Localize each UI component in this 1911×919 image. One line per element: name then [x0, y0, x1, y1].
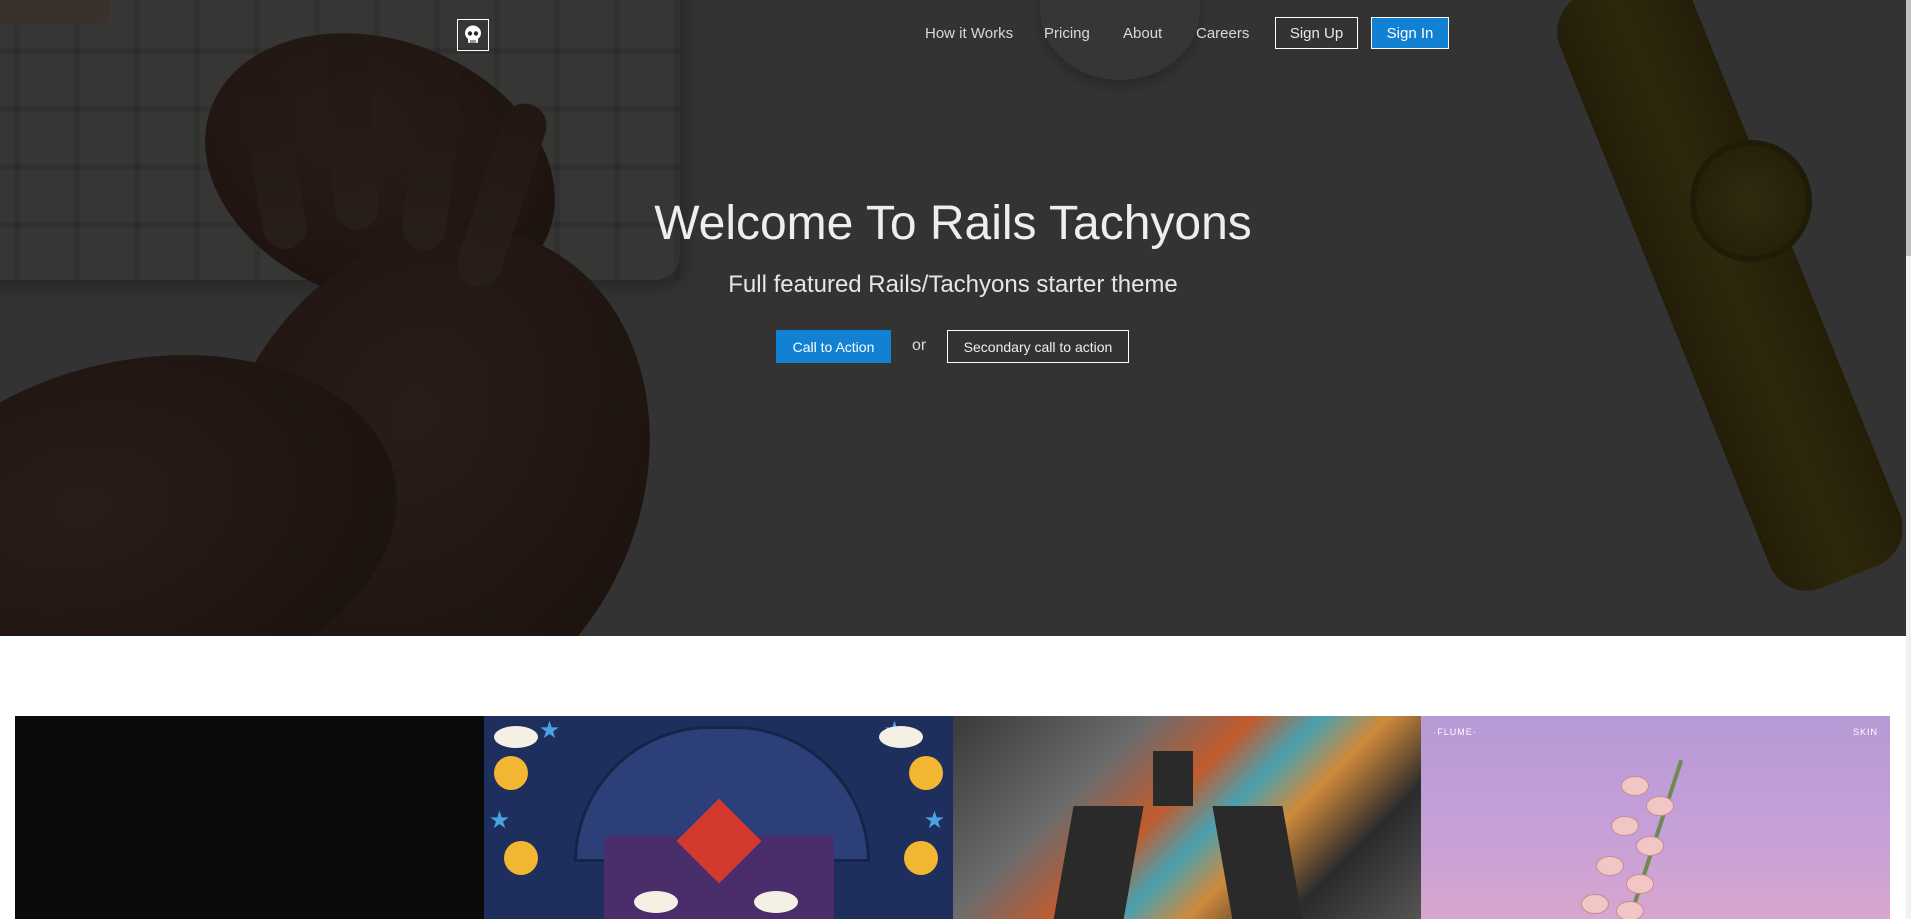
scrollbar-thumb[interactable]	[1906, 0, 1911, 256]
nav-link-about[interactable]: About	[1123, 25, 1162, 42]
secondary-call-to-action-button[interactable]: Secondary call to action	[947, 330, 1129, 363]
top-nav: How it Works Pricing About Careers Sign …	[0, 0, 1906, 70]
hero-overlay	[0, 0, 1906, 636]
corner-tab	[0, 0, 110, 25]
nav-link-careers[interactable]: Careers	[1196, 25, 1249, 42]
sign-up-button[interactable]: Sign Up	[1275, 17, 1358, 49]
nav-link-how-it-works[interactable]: How it Works	[925, 25, 1013, 42]
skull-icon	[465, 25, 481, 43]
nav-link-pricing[interactable]: Pricing	[1044, 25, 1090, 42]
album-grid: ★ ★ ★ ★ ·FLUME· SKIN	[15, 716, 1890, 919]
album-tile[interactable]: ★ ★ ★ ★	[483, 716, 953, 919]
hero-section: Welcome To Rails Tachyons Full featured …	[0, 0, 1906, 636]
album-tile[interactable]	[952, 716, 1422, 919]
album-artist-label: ·FLUME·	[1433, 727, 1477, 737]
album-tile[interactable]: ·FLUME· SKIN	[1421, 716, 1890, 919]
hero-title: Welcome To Rails Tachyons	[654, 197, 1252, 250]
album-tile[interactable]	[15, 716, 484, 919]
page-scrollbar[interactable]	[1906, 0, 1911, 919]
cta-or-text: or	[912, 337, 927, 354]
hero-subtitle: Full featured Rails/Tachyons starter the…	[728, 271, 1178, 298]
sign-in-button[interactable]: Sign In	[1371, 17, 1449, 49]
call-to-action-button[interactable]: Call to Action	[776, 330, 891, 363]
logo-link[interactable]	[457, 19, 489, 51]
album-title-label: SKIN	[1852, 727, 1878, 737]
